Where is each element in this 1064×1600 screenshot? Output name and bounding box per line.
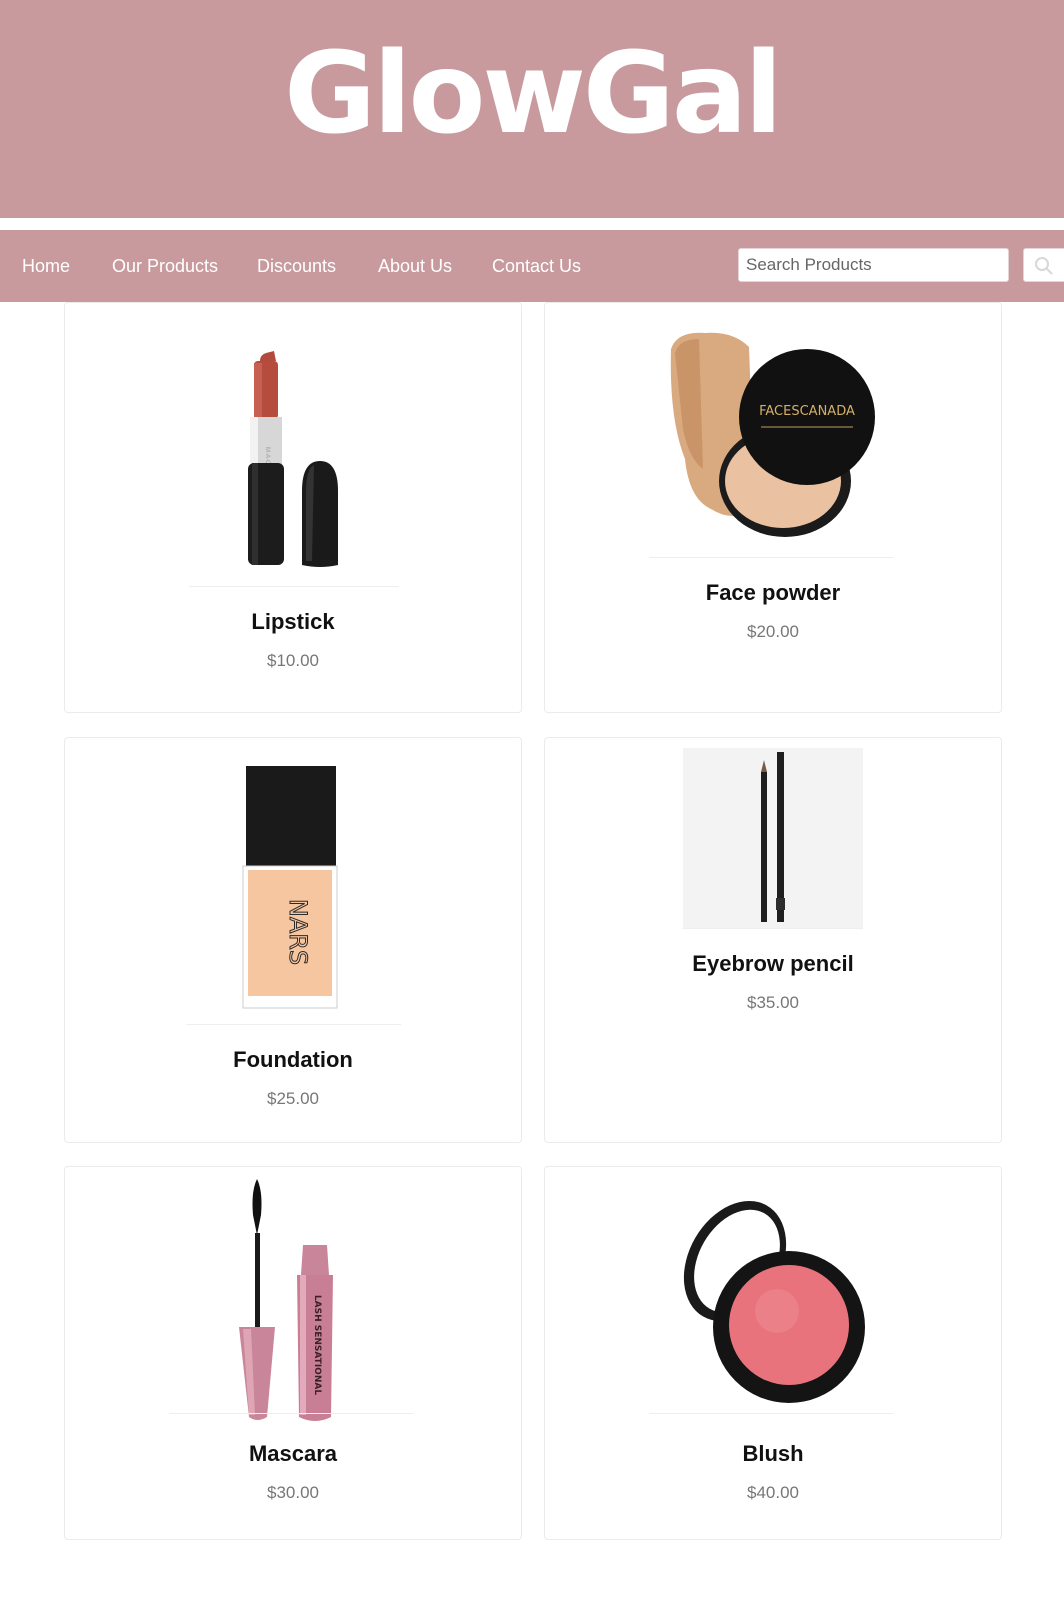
product-name: Eyebrow pencil (692, 951, 854, 976)
site-title: GlowGal (284, 29, 783, 159)
card-divider (683, 928, 863, 929)
product-name: Blush (742, 1441, 804, 1466)
svg-text:M·A·C: M·A·C (264, 447, 270, 465)
nav-home-link[interactable]: Home (22, 230, 70, 302)
face-powder-brand-text: FACESCANADA (759, 404, 855, 419)
card-divider (649, 557, 893, 558)
product-price: $20.00 (747, 622, 799, 641)
product-image-lipstick: M·A·C (189, 351, 399, 569)
nav-our-products-link[interactable]: Our Products (112, 230, 218, 302)
product-card[interactable]: LASH SENSATIONAL Mascara $30.00 (64, 1166, 522, 1540)
nav-discounts-link[interactable]: Discounts (257, 230, 336, 302)
product-card[interactable]: Blush $40.00 (544, 1166, 1002, 1540)
product-price: $25.00 (267, 1089, 319, 1108)
product-image-foundation: NARS (235, 764, 345, 1010)
product-card[interactable]: NARS Foundation $25.00 (64, 737, 522, 1143)
product-image-blush (649, 1175, 899, 1415)
product-price: $30.00 (267, 1483, 319, 1502)
product-name: Mascara (248, 1441, 338, 1466)
nav-about-us-link[interactable]: About Us (378, 230, 452, 302)
product-name: Lipstick (251, 609, 335, 634)
card-divider (187, 1024, 401, 1025)
mascara-brand-text: LASH SENSATIONAL (312, 1295, 322, 1395)
search-icon (1035, 257, 1053, 275)
product-card[interactable]: M·A·C Lipstick $10.00 (64, 302, 522, 713)
product-image-eyebrow-pencil (683, 748, 863, 928)
product-price: $40.00 (747, 1483, 799, 1502)
product-image-face-powder: FACESCANADA (649, 309, 897, 557)
foundation-brand-text: NARS (284, 899, 312, 965)
product-name: Foundation (233, 1047, 353, 1072)
card-divider (169, 1413, 413, 1414)
product-image-mascara: LASH SENSATIONAL (169, 1175, 419, 1425)
search-input[interactable] (738, 248, 1009, 282)
card-divider (649, 1413, 893, 1414)
navbar: Home Our Products Discounts About Us Con… (0, 230, 1064, 302)
product-price: $10.00 (267, 651, 319, 670)
nav-contact-us-link[interactable]: Contact Us (492, 230, 581, 302)
site-header: GlowGal (0, 0, 1064, 218)
product-name: Face powder (705, 580, 841, 605)
product-card[interactable]: FACESCANADA Face powder $20.00 (544, 302, 1002, 713)
product-price: $35.00 (747, 993, 799, 1012)
product-card[interactable]: Eyebrow pencil $35.00 (544, 737, 1002, 1143)
card-divider (189, 586, 399, 587)
search-button[interactable] (1023, 248, 1064, 282)
